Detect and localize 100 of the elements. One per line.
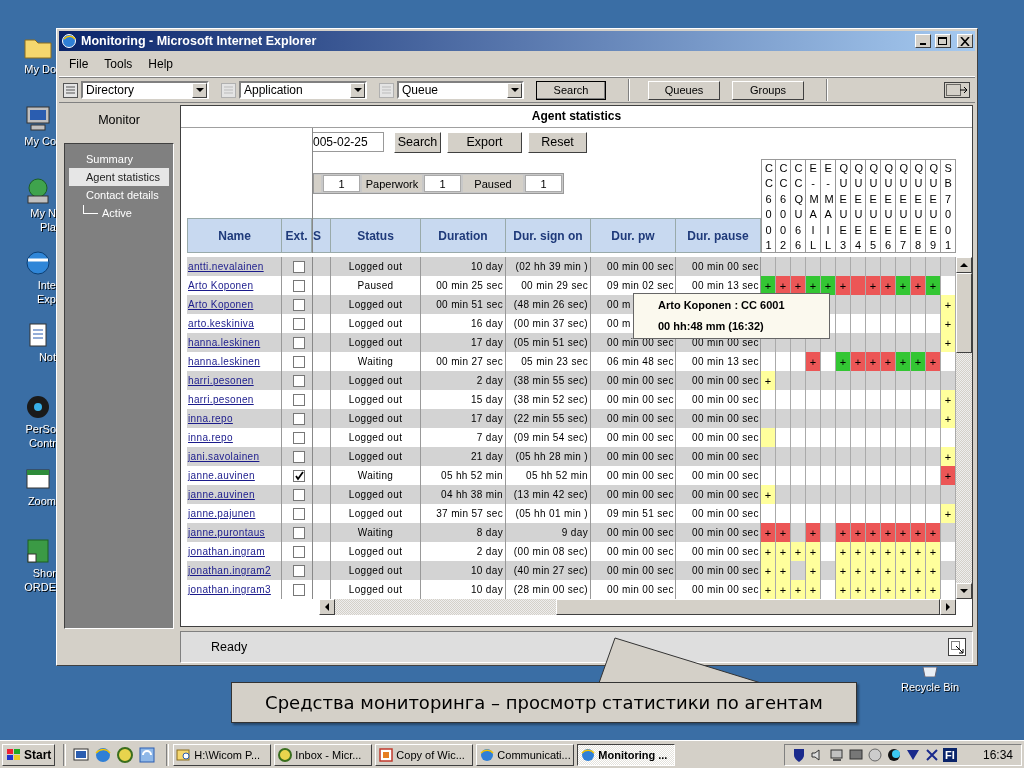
menu-item[interactable]: Help <box>142 56 182 71</box>
icon-label: My Do <box>24 62 56 76</box>
checkbox[interactable] <box>292 317 305 330</box>
dropdown[interactable]: Queue <box>397 81 524 99</box>
agent-link[interactable]: janne.auvinen <box>188 470 255 481</box>
agent-link[interactable]: janne.pajunen <box>188 508 256 519</box>
checkbox[interactable] <box>292 260 305 273</box>
scroll-thumb[interactable] <box>556 599 940 615</box>
toolbar-button[interactable]: Queues <box>648 80 720 100</box>
minimize-icon <box>920 43 926 45</box>
queue-cell: + <box>926 561 941 580</box>
queue-cell: + <box>926 352 941 371</box>
checkbox[interactable] <box>292 431 305 444</box>
right-arrow-icon[interactable] <box>944 603 952 611</box>
checkbox[interactable] <box>292 507 305 520</box>
minimize-button[interactable] <box>915 34 931 48</box>
column-header[interactable]: Name <box>187 218 283 253</box>
checkbox[interactable] <box>292 336 305 349</box>
start-button[interactable]: Start <box>2 743 56 766</box>
agent-link[interactable]: jonathan.ingram3 <box>188 584 271 595</box>
checkbox[interactable] <box>292 279 305 292</box>
nav-item[interactable]: Summary <box>69 150 169 168</box>
checkbox[interactable] <box>292 545 305 558</box>
nav-item[interactable]: Agent statistics <box>69 168 169 186</box>
nav-item[interactable]: Contact details <box>69 186 169 204</box>
form-button[interactable]: Export <box>447 131 522 153</box>
column-header[interactable]: S <box>313 218 331 253</box>
queue-cell: + <box>896 580 911 599</box>
search-button[interactable]: Search <box>536 80 606 100</box>
checkbox[interactable] <box>292 393 305 406</box>
queue-cell: + <box>761 561 776 580</box>
queue-cell: + <box>881 523 896 542</box>
down-arrow-icon[interactable] <box>960 587 968 595</box>
column-header[interactable]: Dur. pw <box>591 218 676 253</box>
up-arrow-icon[interactable] <box>960 261 968 269</box>
table-cell: (02 hh 39 min ) <box>506 257 591 276</box>
taskbar-button[interactable]: Inbox - Micr... <box>274 743 373 766</box>
shield-icon[interactable] <box>791 746 807 763</box>
taskbar-button[interactable]: Copy of Wic... <box>375 743 474 766</box>
nav-item[interactable]: Active <box>102 204 132 222</box>
agent-link[interactable]: jonathan.ingram <box>188 546 265 557</box>
checkbox[interactable] <box>292 526 305 539</box>
sync-icon[interactable] <box>138 745 157 764</box>
moon-icon[interactable] <box>886 746 902 763</box>
column-header[interactable]: Duration <box>421 218 506 253</box>
left-arrow-icon[interactable] <box>323 603 331 611</box>
computer-icon[interactable] <box>829 746 845 763</box>
agent-link[interactable]: arto.keskiniva <box>188 318 255 329</box>
toolbar-button[interactable]: Groups <box>732 80 804 100</box>
column-header[interactable]: Dur. pause <box>676 218 761 253</box>
taskbar-button[interactable]: Communicati... <box>476 743 575 766</box>
menu-item[interactable]: File <box>63 56 97 71</box>
queue-header: QUEUE5 <box>866 159 881 253</box>
clock-icon[interactable] <box>116 745 135 764</box>
queue-header: QUEUE6 <box>881 159 896 253</box>
browser-icon[interactable] <box>94 745 113 764</box>
agent-link[interactable]: hanna.leskinen <box>188 356 261 367</box>
column-header[interactable]: Dur. sign on <box>506 218 591 253</box>
tools-icon[interactable] <box>924 746 940 763</box>
taskbar-button[interactable]: Monitoring ... <box>577 743 676 766</box>
checkbox[interactable] <box>292 412 305 425</box>
taskbar-button[interactable]: H:\Wicom P... <box>173 743 272 766</box>
horizontal-scrollbar[interactable] <box>319 599 956 615</box>
menu-item[interactable]: Tools <box>98 56 141 71</box>
agent-link[interactable]: Arto Koponen <box>188 280 254 291</box>
queue-header: SB7001 <box>941 159 956 253</box>
checkbox[interactable] <box>292 298 305 311</box>
column-header[interactable]: Ext. <box>282 218 312 253</box>
scroll-thumb[interactable] <box>956 273 972 353</box>
date-field[interactable]: 005-02-25 <box>313 132 384 152</box>
checkbox[interactable] <box>292 355 305 368</box>
monitor-icon[interactable] <box>848 746 864 763</box>
close-button[interactable] <box>957 34 973 48</box>
dropdown[interactable]: Application <box>239 81 367 99</box>
collapse-icon[interactable] <box>944 82 970 98</box>
queue-cell: + <box>926 580 941 599</box>
agent-link[interactable]: inna.repo <box>188 432 233 443</box>
list-icon <box>221 82 236 98</box>
vertical-scrollbar[interactable] <box>956 257 972 599</box>
table-cell: Waiting <box>331 523 421 542</box>
checkbox[interactable] <box>292 450 305 463</box>
browser-icon <box>61 33 77 49</box>
form-button[interactable]: Search <box>394 131 441 153</box>
language-indicator[interactable]: FI <box>943 747 957 762</box>
checkbox[interactable] <box>292 374 305 387</box>
queue-cell: + <box>836 542 851 561</box>
column-header[interactable]: Status <box>331 218 421 253</box>
checkbox[interactable] <box>292 583 305 596</box>
clock-icon <box>277 746 294 763</box>
checkbox[interactable] <box>292 488 305 501</box>
maximize-button[interactable] <box>935 34 951 48</box>
dropdown[interactable]: Directory <box>81 81 209 99</box>
queue-cell: + <box>941 504 956 523</box>
checkbox[interactable] <box>292 469 305 482</box>
queue-cell: + <box>896 352 911 371</box>
form-button[interactable]: Reset <box>528 131 587 153</box>
resize-icon[interactable] <box>948 638 966 656</box>
desktop-icon[interactable] <box>72 745 91 764</box>
agent-link[interactable]: harri.pesonen <box>188 394 254 405</box>
checkbox[interactable] <box>292 564 305 577</box>
